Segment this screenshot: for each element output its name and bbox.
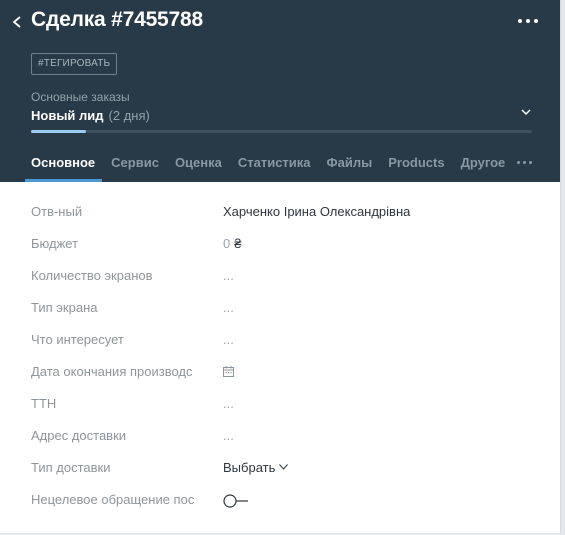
- toggle-off-icon: [223, 494, 248, 508]
- budget-amount: 0: [223, 236, 231, 251]
- tab-other[interactable]: Другое: [461, 151, 506, 182]
- field-label: ТТН: [31, 396, 57, 411]
- chevron-down-icon: [279, 464, 289, 470]
- tabs-bar: Основное Сервис Оценка Статистика Файлы …: [24, 151, 521, 182]
- tab-main[interactable]: Основное: [24, 151, 103, 182]
- delivery-type-value: Выбрать: [223, 460, 276, 475]
- field-row-interest: Что интересует ...: [31, 324, 531, 356]
- deal-card: Сделка #7455788 #ТЕГИРОВАТЬ Основные зак…: [0, 0, 561, 533]
- ttn-input[interactable]: ...: [223, 396, 234, 411]
- deal-header: Сделка #7455788 #ТЕГИРОВАТЬ Основные зак…: [0, 0, 560, 182]
- field-label: Тип доставки: [31, 460, 111, 475]
- field-row-ttn: ТТН ...: [31, 388, 531, 420]
- field-label: Тип экрана: [31, 300, 98, 315]
- field-row-screens-count: Количество экранов ...: [31, 260, 531, 292]
- screens-count-input[interactable]: ...: [223, 268, 234, 283]
- field-row-production-end: Дата окончания производс: [31, 356, 531, 388]
- calendar-icon: [223, 366, 234, 377]
- field-label: Нецелевое обращение пос: [31, 492, 195, 507]
- tab-products[interactable]: Products: [388, 151, 444, 182]
- field-label: Количество экранов: [31, 268, 153, 283]
- chevron-left-icon[interactable]: [10, 12, 24, 32]
- deal-fields: Отв-ный Харченко Ірина Олександрівна Бюд…: [31, 196, 531, 516]
- stage-progress-fill: [31, 130, 87, 133]
- stage-days: (2 дня): [108, 108, 150, 123]
- field-row-budget: Бюджет 0 ₴: [31, 228, 531, 260]
- screen-type-input[interactable]: ...: [223, 300, 234, 315]
- stage-selector[interactable]: Новый лид (2 дня): [31, 107, 150, 125]
- field-label: Бюджет: [31, 236, 79, 251]
- field-row-responsible: Отв-ный Харченко Ірина Олександрівна: [31, 196, 531, 228]
- more-options-icon[interactable]: [516, 11, 540, 31]
- tab-files[interactable]: Файлы: [327, 151, 373, 182]
- pipeline-name: Основные заказы: [31, 90, 130, 104]
- tab-statistics[interactable]: Статистика: [238, 151, 311, 182]
- chevron-down-icon[interactable]: [520, 106, 532, 118]
- field-label: Что интересует: [31, 332, 124, 347]
- currency-symbol: ₴: [234, 236, 242, 251]
- deal-title: Сделка #7455788: [31, 8, 203, 31]
- budget-value[interactable]: 0 ₴: [223, 236, 241, 251]
- stage-progress-bar: [31, 130, 532, 133]
- tag-button[interactable]: #ТЕГИРОВАТЬ: [31, 53, 118, 75]
- field-row-untargeted: Нецелевое обращение пос: [31, 484, 531, 516]
- field-label: Отв-ный: [31, 204, 83, 219]
- untargeted-toggle[interactable]: [223, 494, 249, 511]
- field-label: Дата окончания производс: [31, 364, 193, 379]
- production-end-date-picker[interactable]: [223, 364, 234, 379]
- stage-name: Новый лид: [31, 108, 104, 123]
- field-row-delivery-type: Тип доставки Выбрать: [31, 452, 531, 484]
- tabs-more-icon[interactable]: [517, 160, 533, 166]
- field-label: Адрес доставки: [31, 428, 127, 443]
- delivery-address-input[interactable]: ...: [223, 428, 234, 443]
- delivery-type-select[interactable]: Выбрать: [223, 460, 289, 475]
- tab-service[interactable]: Сервис: [111, 151, 159, 182]
- field-row-screen-type: Тип экрана ...: [31, 292, 531, 324]
- responsible-value[interactable]: Харченко Ірина Олександрівна: [223, 204, 410, 219]
- tab-rating[interactable]: Оценка: [175, 151, 222, 182]
- field-row-delivery-address: Адрес доставки ...: [31, 420, 531, 452]
- interest-input[interactable]: ...: [223, 332, 234, 347]
